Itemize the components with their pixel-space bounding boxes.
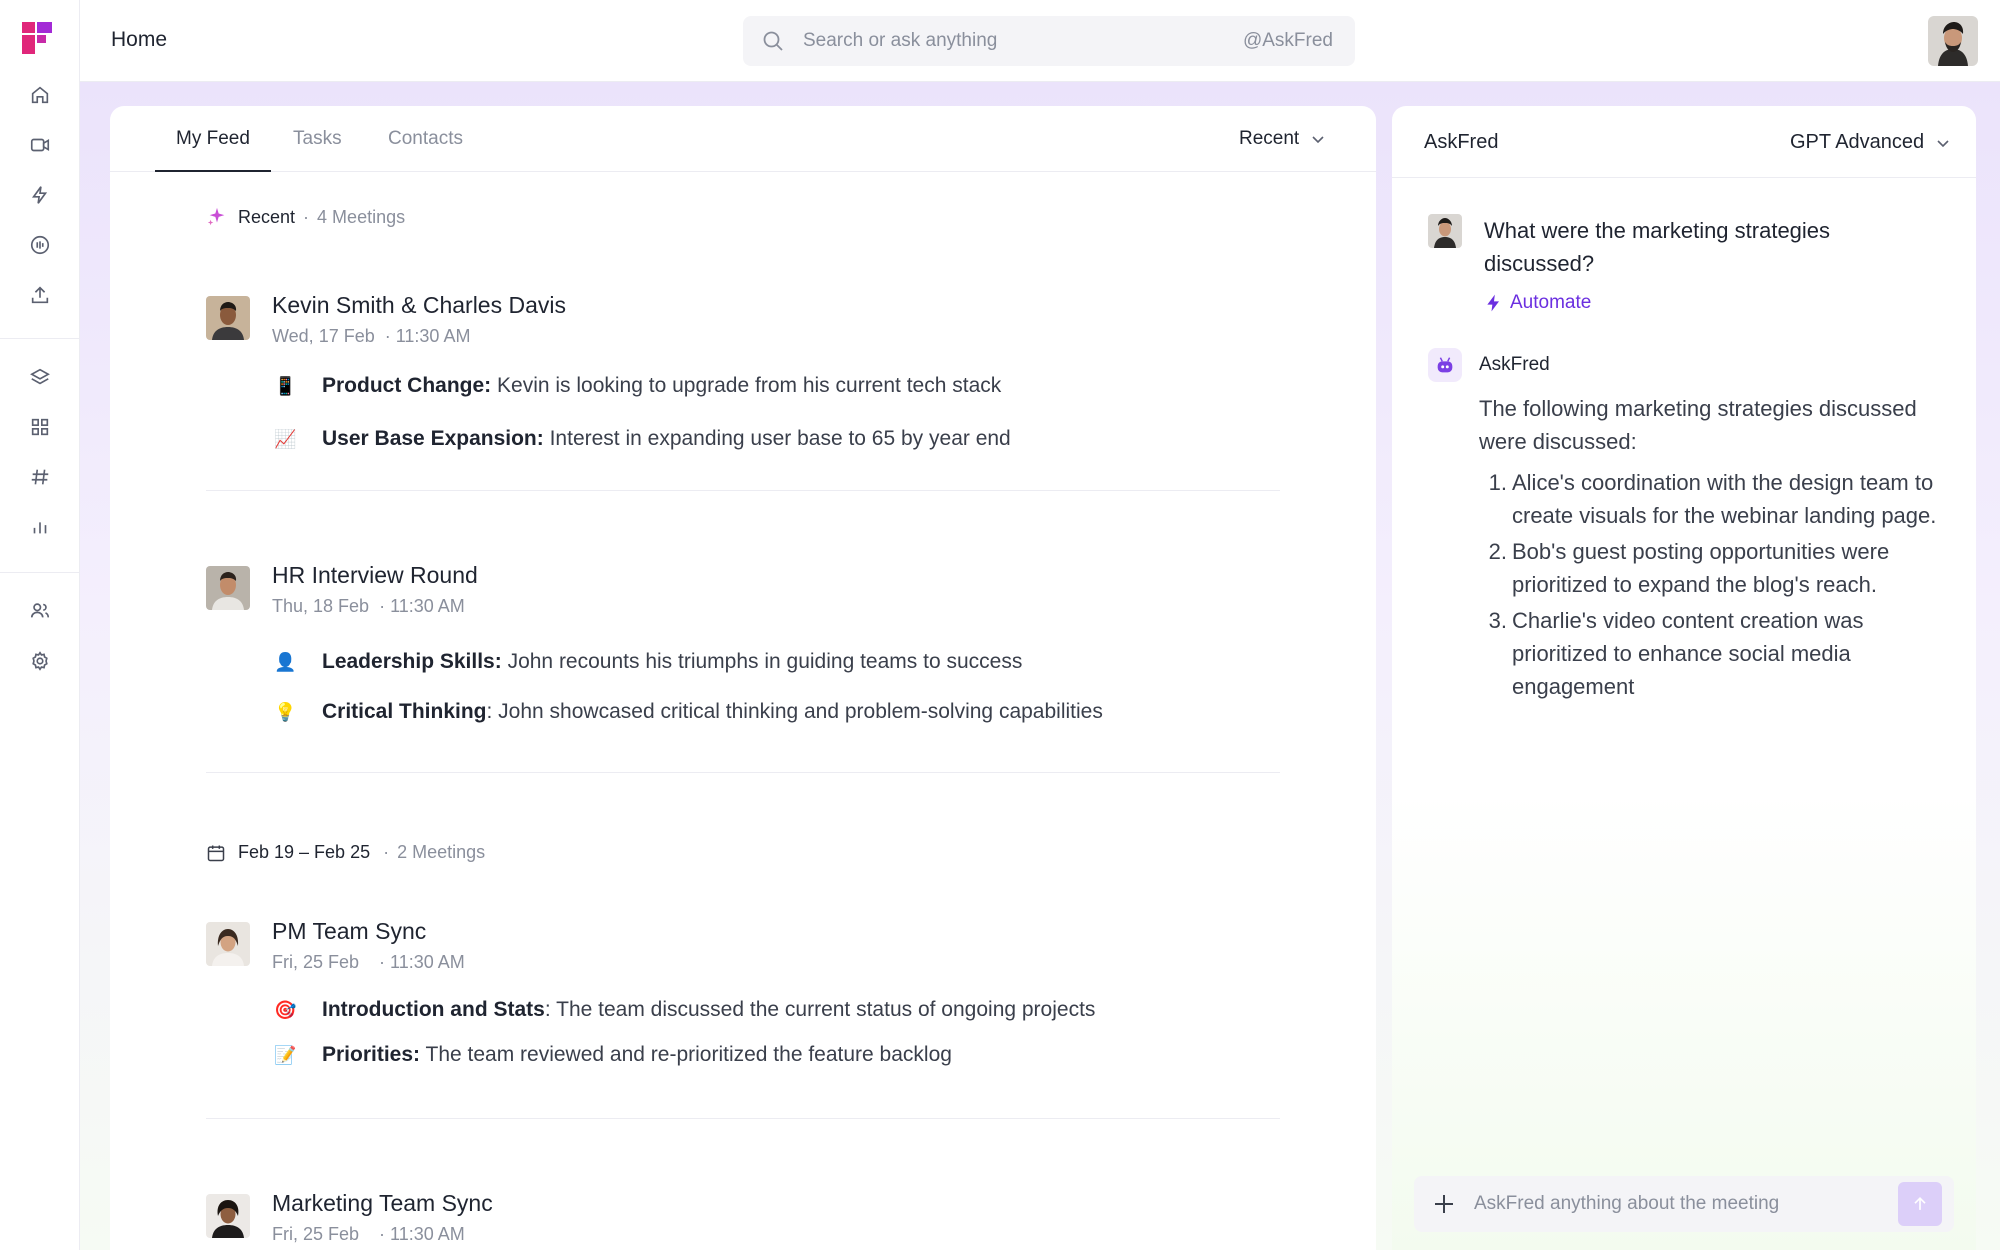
bot-name: AskFred xyxy=(1479,354,1550,375)
feed-tabs: My Feed Tasks Contacts Recent xyxy=(110,106,1376,172)
upload-icon[interactable] xyxy=(19,274,61,316)
user-question: What were the marketing strategies discu… xyxy=(1484,218,1831,276)
sort-label: Recent xyxy=(1239,128,1300,149)
meeting-divider xyxy=(206,1118,1280,1119)
automate-button[interactable]: Automate xyxy=(1484,292,1591,314)
bot-answer-intro: The following marketing strategies discu… xyxy=(1479,396,1917,454)
askfred-panel: AskFred GPT Advanced What were the marke… xyxy=(1392,106,1976,1250)
section-label: Feb 19 – Feb 25 xyxy=(238,842,371,862)
answer-item: 1. Alice's coordination with the design t… xyxy=(1488,470,1937,528)
left-nav-rail xyxy=(0,0,80,1250)
settings-gear-icon[interactable] xyxy=(19,640,61,682)
chat-composer xyxy=(1414,1176,1954,1232)
meeting-highlight: 📱 Product Change: Kevin is looking to upg… xyxy=(274,374,1002,397)
meeting-datetime: Wed, 17 Feb · 11:30 AM xyxy=(272,326,471,346)
rail-divider xyxy=(0,572,80,573)
meeting-datetime: Thu, 18 Feb · 11:30 AM xyxy=(272,596,465,616)
askfred-title: AskFred xyxy=(1424,131,1499,153)
meeting-datetime: Fri, 25 Feb · 11:30 AM xyxy=(272,1224,465,1244)
team-icon[interactable] xyxy=(19,590,61,632)
tab-my-feed[interactable]: My Feed xyxy=(176,128,250,150)
bot-answer-list: 1. Alice's coordination with the design t… xyxy=(1479,466,1939,706)
askfred-bot-icon xyxy=(1428,348,1462,382)
meeting-highlight: 📈 User Base Expansion: Interest in expand… xyxy=(274,427,1011,450)
mobile-phone-icon: 📱 xyxy=(274,376,297,396)
meeting-title[interactable]: PM Team Sync xyxy=(272,918,426,945)
meeting-highlight: 📝 Priorities: The team reviewed and re-pr… xyxy=(274,1043,952,1066)
meeting-datetime: Fri, 25 Feb · 11:30 AM xyxy=(272,952,465,972)
model-label: GPT Advanced xyxy=(1790,131,1925,153)
meeting-divider xyxy=(206,772,1280,773)
answer-item: 2. Bob's guest posting opportunities were… xyxy=(1488,539,1890,597)
page-title: Home xyxy=(111,28,168,51)
home-icon[interactable] xyxy=(19,74,61,116)
analytics-icon[interactable] xyxy=(19,506,61,548)
search-input[interactable] xyxy=(803,16,1223,66)
feed-panel: My Feed Tasks Contacts Recent Recent · 4… xyxy=(110,106,1376,1250)
meeting-title[interactable]: Marketing Team Sync xyxy=(272,1190,493,1217)
audio-wave-icon[interactable] xyxy=(19,224,61,266)
tab-contacts[interactable]: Contacts xyxy=(388,128,463,150)
chat-input[interactable] xyxy=(1474,1176,1874,1232)
sort-dropdown[interactable]: Recent xyxy=(1239,128,1325,150)
top-bar: Home @AskFred xyxy=(80,0,2000,82)
meeting-divider xyxy=(206,490,1280,491)
layers-icon[interactable] xyxy=(19,356,61,398)
user-avatar[interactable] xyxy=(1928,16,1978,66)
meeting-title[interactable]: Kevin Smith & Charles Davis xyxy=(272,292,566,319)
hashtag-icon[interactable] xyxy=(19,456,61,498)
chevron-down-icon xyxy=(1937,139,1949,147)
meeting-avatar xyxy=(206,296,250,340)
plus-icon[interactable] xyxy=(1430,1190,1458,1218)
memo-icon: 📝 xyxy=(274,1045,297,1065)
calendar-icon xyxy=(207,845,225,861)
model-selector[interactable]: GPT Advanced xyxy=(1790,131,1950,154)
meeting-avatar xyxy=(206,566,250,610)
lightning-icon xyxy=(1487,294,1499,312)
video-camera-icon[interactable] xyxy=(19,124,61,166)
target-icon: 🎯 xyxy=(274,1000,297,1020)
global-search[interactable]: @AskFred xyxy=(743,16,1355,66)
lightbulb-icon: 💡 xyxy=(274,702,297,722)
active-tab-indicator xyxy=(155,170,271,172)
meeting-count: 4 Meetings xyxy=(317,206,406,227)
fireflies-logo-icon[interactable] xyxy=(22,22,52,54)
meeting-count: 2 Meetings xyxy=(397,842,486,862)
section-header-week: Feb 19 – Feb 25 · 2 Meetings xyxy=(206,842,485,863)
meeting-title[interactable]: HR Interview Round xyxy=(272,562,478,589)
meeting-avatar xyxy=(206,1194,250,1238)
automate-label: Automate xyxy=(1510,292,1592,313)
sparkle-icon xyxy=(207,207,225,226)
search-icon xyxy=(763,31,783,51)
meeting-avatar xyxy=(206,922,250,966)
askfred-header: AskFred GPT Advanced xyxy=(1392,106,1976,178)
send-button[interactable] xyxy=(1898,1182,1942,1226)
apps-grid-icon[interactable] xyxy=(19,406,61,448)
answer-item: 3. Charlie's video content creation was p… xyxy=(1488,608,1864,699)
arrow-up-icon xyxy=(1914,1196,1926,1210)
section-label: Recent xyxy=(238,206,296,227)
askfred-mention-hint: @AskFred xyxy=(1242,30,1333,51)
chart-up-icon: 📈 xyxy=(274,429,297,449)
person-icon: 👤 xyxy=(274,652,297,672)
rail-divider xyxy=(0,338,80,339)
meeting-highlight: 👤 Leadership Skills: John recounts his tr… xyxy=(274,650,1023,673)
lightning-icon[interactable] xyxy=(19,174,61,216)
tab-tasks[interactable]: Tasks xyxy=(293,128,342,150)
chevron-down-icon xyxy=(1312,136,1324,144)
meeting-highlight: 💡 Critical Thinking: John showcased criti… xyxy=(274,700,1103,723)
user-avatar xyxy=(1428,214,1462,248)
meeting-highlight: 🎯 Introduction and Stats: The team discus… xyxy=(274,998,1096,1021)
section-header-recent: Recent · 4 Meetings xyxy=(206,206,405,228)
